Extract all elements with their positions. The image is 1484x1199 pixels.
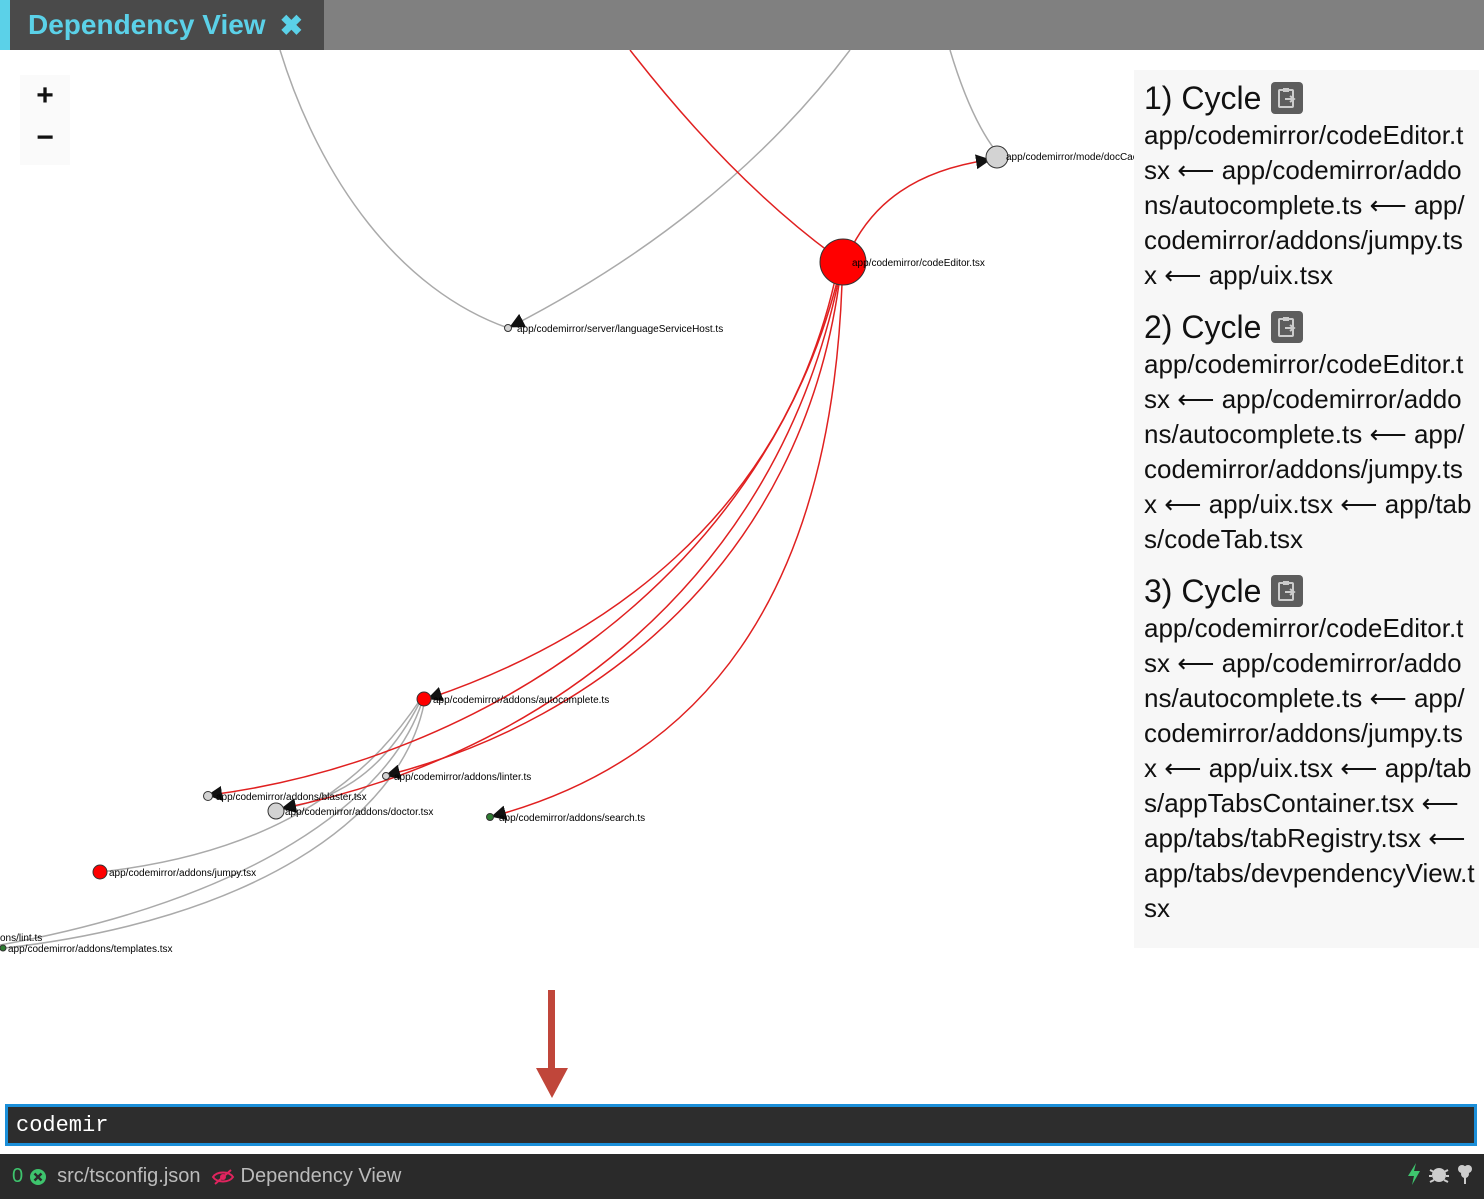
cycle-header: 2) Cycle [1144,307,1475,347]
graph-node [267,802,285,820]
cycle-path: app/codemirror/codeEditor.tsx ⟵ app/code… [1144,613,1475,923]
node-label: app/codemirror/codeEditor.tsx [852,258,985,269]
graph-node [0,944,7,952]
tab-title: Dependency View [28,9,266,40]
graph-edge [427,279,836,702]
lightning-icon[interactable] [1406,1162,1422,1192]
bug-icon[interactable] [1428,1162,1450,1192]
graph-node [416,691,432,707]
project-file[interactable]: src/tsconfig.json [57,1165,200,1188]
close-icon[interactable]: ✖ [280,9,303,42]
node-label: app/codemirror/addons/jumpy.tsx [109,868,256,879]
graph-node [92,864,108,880]
node-label: app/codemirror/addons/linter.ts [394,772,531,783]
cycles-panel: 1) Cycle app/codemirror/codeEditor.tsx ⟵… [1134,70,1479,948]
cycle-title: 2) Cycle [1144,309,1262,345]
cycle-title: 1) Cycle [1144,80,1262,116]
cycle-item: 1) Cycle app/codemirror/codeEditor.tsx ⟵… [1144,78,1475,293]
graph-edge [279,50,509,329]
clipboard-icon[interactable] [1271,311,1304,343]
graph-node [504,324,512,332]
status-bar: 0 src/tsconfig.json Dependency View [0,1154,1484,1199]
graph-edge [949,50,996,151]
node-label: app/codemirror/addons/templates.tsx [8,944,173,955]
tree-icon[interactable] [1456,1162,1474,1192]
graph-edge [281,282,839,813]
node-label: ons/lint.ts [0,933,42,944]
status-icons [1406,1162,1474,1192]
graph-edge [509,50,851,328]
graph-node [382,772,390,780]
zoom-out-button[interactable]: − [20,117,70,159]
eye-slash-icon[interactable] [211,1168,235,1186]
tab-bar: Dependency View ✖ [0,0,1484,50]
node-label: app/codemirror/addons/doctor.tsx [285,807,433,818]
arrow-down-icon [536,990,568,1105]
graph-node [203,791,213,801]
graph-edge [99,699,421,873]
graph-node [985,145,1009,169]
clipboard-icon[interactable] [1271,82,1304,114]
cycle-header: 1) Cycle [1144,78,1475,118]
zoom-controls: + − [20,75,70,165]
graph-edge [491,283,843,821]
cycle-item: 3) Cycle app/codemirror/codeEditor.tsx ⟵… [1144,571,1475,926]
node-label: app/codemirror/server/languageServiceHos… [517,324,723,335]
zoom-in-button[interactable]: + [20,75,70,117]
graph-edge [844,154,991,263]
node-label: app/codemirror/addons/search.ts [499,813,645,824]
graph-edge [4,703,425,949]
node-label: app/codemirror/addons/autocomplete.ts [433,695,609,706]
cycle-item: 2) Cycle app/codemirror/codeEditor.tsx ⟵… [1144,307,1475,557]
graph-node [486,813,494,821]
cycle-header: 3) Cycle [1144,571,1475,611]
graph-edge [629,50,844,263]
active-view[interactable]: Dependency View [241,1165,402,1188]
tab-dependency-view[interactable]: Dependency View ✖ [0,0,324,50]
clipboard-icon[interactable] [1271,575,1304,607]
error-icon [29,1168,47,1186]
graph-edge [0,701,423,946]
error-count[interactable]: 0 [12,1165,23,1188]
cycle-title: 3) Cycle [1144,573,1262,609]
search-input[interactable] [8,1107,1474,1143]
cycle-path: app/codemirror/codeEditor.tsx ⟵ app/code… [1144,349,1472,554]
search-box [5,1104,1477,1146]
cycle-path: app/codemirror/codeEditor.tsx ⟵ app/code… [1144,120,1465,290]
node-label: app/codemirror/addons/blaster.tsx [216,792,367,803]
